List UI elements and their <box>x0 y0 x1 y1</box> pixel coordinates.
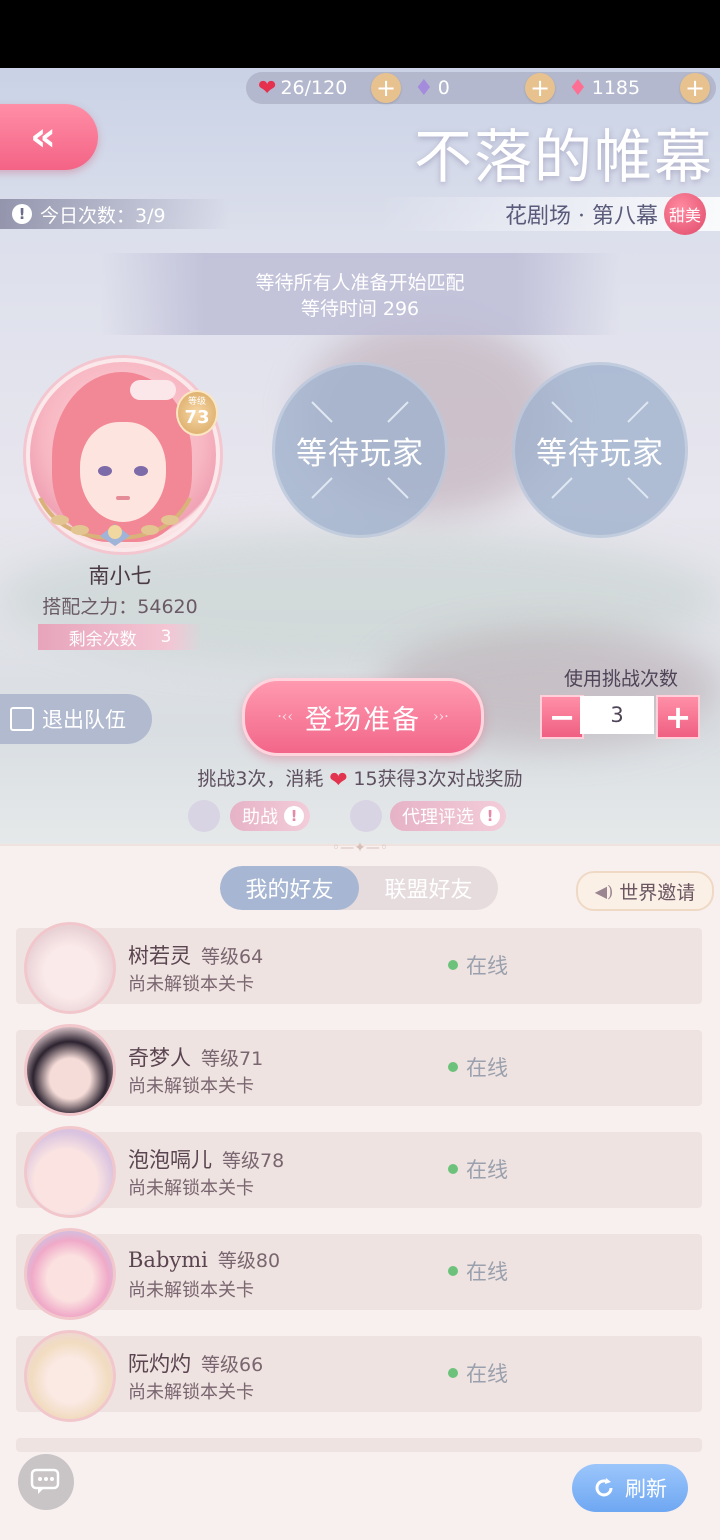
friend-row[interactable]: 阮灼灼 等级66 尚未解锁本关卡 在线 <box>16 1330 702 1422</box>
friend-level: 等级64 <box>201 946 264 968</box>
matching-status: 等待所有人准备开始匹配 <box>255 272 465 294</box>
today-count: 今日次数：3/9 <box>40 204 166 227</box>
today-count-bar: ! 今日次数：3/9 <box>0 199 230 229</box>
remaining-count: 剩余次数 3 <box>38 624 202 650</box>
friend-level: 等级71 <box>201 1048 264 1070</box>
heart-icon: ❤ <box>258 75 277 101</box>
agent-judge-tag[interactable]: 代理评选 ! <box>390 801 506 831</box>
ornament-left-icon: ·‹‹ <box>277 709 293 725</box>
purple-diamond-icon: ♦ <box>414 75 434 101</box>
challenge-count-label: 使用挑战次数 <box>563 668 678 690</box>
friend-row-partial[interactable] <box>16 1438 702 1452</box>
friend-level: 等级80 <box>217 1250 281 1272</box>
friend-avatar <box>24 1330 116 1422</box>
friend-name: 树若灵 <box>128 944 191 968</box>
avatar-eye-left <box>98 466 112 476</box>
online-dot-icon <box>448 960 458 970</box>
panel-ornament-icon: ◦—✦—◦ <box>331 840 389 856</box>
add-pink-diamond-button[interactable]: + <box>680 73 710 103</box>
pink-diamond-counter: ♦ 1185 <box>568 75 641 101</box>
tab-my-friends[interactable]: 我的好友 <box>220 866 359 910</box>
refresh-icon <box>595 1478 613 1497</box>
level-title: 不落的帷幕 <box>413 123 714 191</box>
avatar-eye-right <box>134 466 148 476</box>
ornament-right-icon: ››· <box>433 709 449 725</box>
online-status: 在线 <box>448 1154 508 1184</box>
chat-button[interactable] <box>18 1454 74 1510</box>
waiting-player-slot-2[interactable]: 等待玩家 <box>512 362 688 538</box>
agent-avatar-placeholder[interactable] <box>350 800 382 832</box>
add-purple-diamond-button[interactable]: + <box>525 73 555 103</box>
slot-decoration-icon <box>311 401 409 499</box>
friend-name: 泡泡嗝儿 <box>128 1148 212 1172</box>
hair-ornament <box>130 380 176 400</box>
info-icon: ! <box>284 806 304 826</box>
stamina-counter: ❤ 26/120 <box>258 75 348 101</box>
purple-diamond-counter: ♦ 0 <box>414 75 450 101</box>
friend-unlock-status: 尚未解锁本关卡 <box>128 1076 254 1097</box>
challenge-count-value: 3 <box>580 696 654 734</box>
friend-level: 等级78 <box>222 1150 285 1172</box>
ready-button[interactable]: ·‹‹ 登场准备 ››· <box>242 678 484 756</box>
style-badge: 甜美 <box>664 193 706 235</box>
challenge-cost-text: 挑战3次，消耗 ❤ 15获得3次对战奖励 <box>197 768 523 793</box>
world-invite-button[interactable]: ◀) 世界邀请 <box>576 871 714 911</box>
exit-team-button[interactable]: 退出队伍 <box>0 694 152 744</box>
friend-name: 阮灼灼 <box>128 1352 191 1376</box>
matching-timer: 等待时间 296 <box>300 298 420 320</box>
friend-row[interactable]: 奇梦人 等级71 尚未解锁本关卡 在线 <box>16 1024 702 1116</box>
online-dot-icon <box>448 1368 458 1378</box>
friend-row[interactable]: Babymi 等级80 尚未解锁本关卡 在线 <box>16 1228 702 1320</box>
online-status: 在线 <box>448 1052 508 1082</box>
chat-icon <box>30 1468 60 1494</box>
add-stamina-button[interactable]: + <box>371 73 401 103</box>
online-status: 在线 <box>448 1358 508 1388</box>
info-icon: ! <box>12 204 32 224</box>
friend-avatar <box>24 1024 116 1116</box>
player-name: 南小七 <box>88 564 152 588</box>
online-dot-icon <box>448 1266 458 1276</box>
waiting-player-slot-1[interactable]: 等待玩家 <box>272 362 448 538</box>
matching-banner: 等待所有人准备开始匹配 等待时间 296 <box>100 253 620 335</box>
friend-unlock-status: 尚未解锁本关卡 <box>128 1280 254 1301</box>
assist-avatar-placeholder[interactable] <box>188 800 220 832</box>
friend-unlock-status: 尚未解锁本关卡 <box>128 1382 254 1403</box>
speaker-icon: ◀) <box>594 881 614 901</box>
friend-row[interactable]: 树若灵 等级64 尚未解锁本关卡 在线 <box>16 922 702 1014</box>
tab-alliance-friends[interactable]: 联盟好友 <box>359 866 498 910</box>
online-status: 在线 <box>448 1256 508 1286</box>
pink-diamond-icon: ♦ <box>568 75 588 101</box>
back-button[interactable]: « <box>0 104 98 170</box>
friend-tabs: 我的好友 联盟好友 <box>220 866 498 910</box>
game-screen: ❤ 26/120 + ♦ 0 + ♦ 1185 + « 不落的帷幕 ! 今日次数… <box>0 68 720 1540</box>
online-status: 在线 <box>448 950 508 980</box>
online-dot-icon <box>448 1062 458 1072</box>
friend-unlock-status: 尚未解锁本关卡 <box>128 1178 254 1199</box>
friend-avatar <box>24 1228 116 1320</box>
friend-avatar <box>24 1126 116 1218</box>
stage-name: 花剧场 · 第八幕 <box>505 204 658 229</box>
friend-level: 等级66 <box>201 1354 264 1376</box>
decrease-count-button[interactable]: − <box>540 695 584 739</box>
player-level-badge: 等级 73 <box>176 390 218 436</box>
friend-row[interactable]: 泡泡嗝儿 等级78 尚未解锁本关卡 在线 <box>16 1126 702 1218</box>
assist-tag[interactable]: 助战 ! <box>230 801 310 831</box>
slot-decoration-icon <box>551 401 649 499</box>
increase-count-button[interactable]: + <box>656 695 700 739</box>
refresh-button[interactable]: 刷新 <box>572 1464 688 1512</box>
friend-unlock-status: 尚未解锁本关卡 <box>128 974 254 995</box>
friend-avatar <box>24 922 116 1014</box>
friend-name: Babymi <box>128 1248 208 1272</box>
online-dot-icon <box>448 1164 458 1174</box>
laurel-frame-icon <box>38 497 192 546</box>
player-power: 搭配之力：54620 <box>42 596 198 618</box>
exit-icon <box>10 707 34 731</box>
info-icon: ! <box>480 806 500 826</box>
friend-name: 奇梦人 <box>128 1046 191 1070</box>
heart-icon: ❤ <box>329 768 348 793</box>
stage-info: 花剧场 · 第八幕 甜美 <box>380 193 720 235</box>
double-chevron-left-icon: « <box>30 114 56 160</box>
